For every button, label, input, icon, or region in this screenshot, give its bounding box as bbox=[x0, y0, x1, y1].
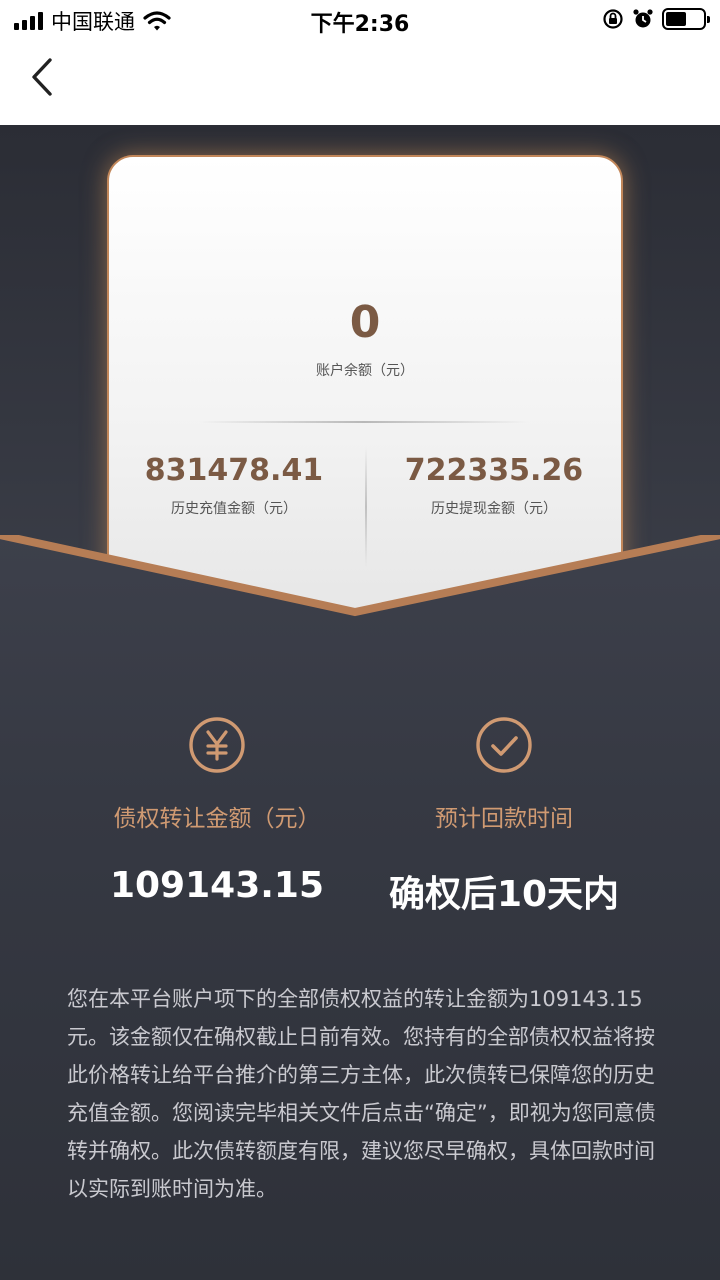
description-text: 您在本平台账户项下的全部债权权益的转让金额为109143.15元。该金额仅在确权… bbox=[67, 987, 656, 1201]
repay-time-block: 预计回款时间 确权后10天内 bbox=[354, 715, 654, 917]
repay-time-value: 确权后10天内 bbox=[388, 874, 620, 915]
withdraw-stat: 722335.26 历史提现金额（元） bbox=[369, 453, 619, 518]
account-balance-label: 账户余额（元） bbox=[316, 363, 414, 379]
chevron-left-icon bbox=[32, 58, 52, 96]
status-bar: 中国联通 下午2:36 bbox=[0, 0, 720, 40]
rotation-lock-icon bbox=[603, 9, 623, 29]
alarm-icon bbox=[633, 9, 653, 28]
hero-section: 0 账户余额（元） 831478.41 历史充值金额（元） 722335.26 … bbox=[0, 125, 720, 1280]
account-balance-value: 0 bbox=[349, 297, 381, 348]
withdraw-value: 722335.26 bbox=[404, 453, 584, 488]
yuan-circle-icon bbox=[189, 717, 245, 773]
card-divider bbox=[199, 421, 529, 423]
transfer-amount-value: 109143.15 bbox=[109, 865, 325, 906]
recharge-stat: 831478.41 历史充值金额（元） bbox=[109, 453, 359, 518]
nav-bar bbox=[0, 40, 720, 125]
battery-icon bbox=[662, 8, 710, 30]
recharge-label: 历史充值金额（元） bbox=[171, 501, 297, 517]
withdraw-label: 历史提现金额（元） bbox=[431, 501, 557, 517]
check-circle-icon bbox=[476, 717, 532, 773]
repay-time-label: 预计回款时间 bbox=[435, 806, 573, 832]
recharge-value: 831478.41 bbox=[144, 453, 324, 488]
transfer-amount-label: 债权转让金额（元） bbox=[113, 806, 321, 832]
cut-off-content bbox=[100, 1263, 620, 1280]
back-button[interactable] bbox=[22, 56, 66, 100]
transfer-amount-block: 债权转让金额（元） 109143.15 bbox=[67, 715, 367, 906]
status-right bbox=[602, 8, 710, 30]
